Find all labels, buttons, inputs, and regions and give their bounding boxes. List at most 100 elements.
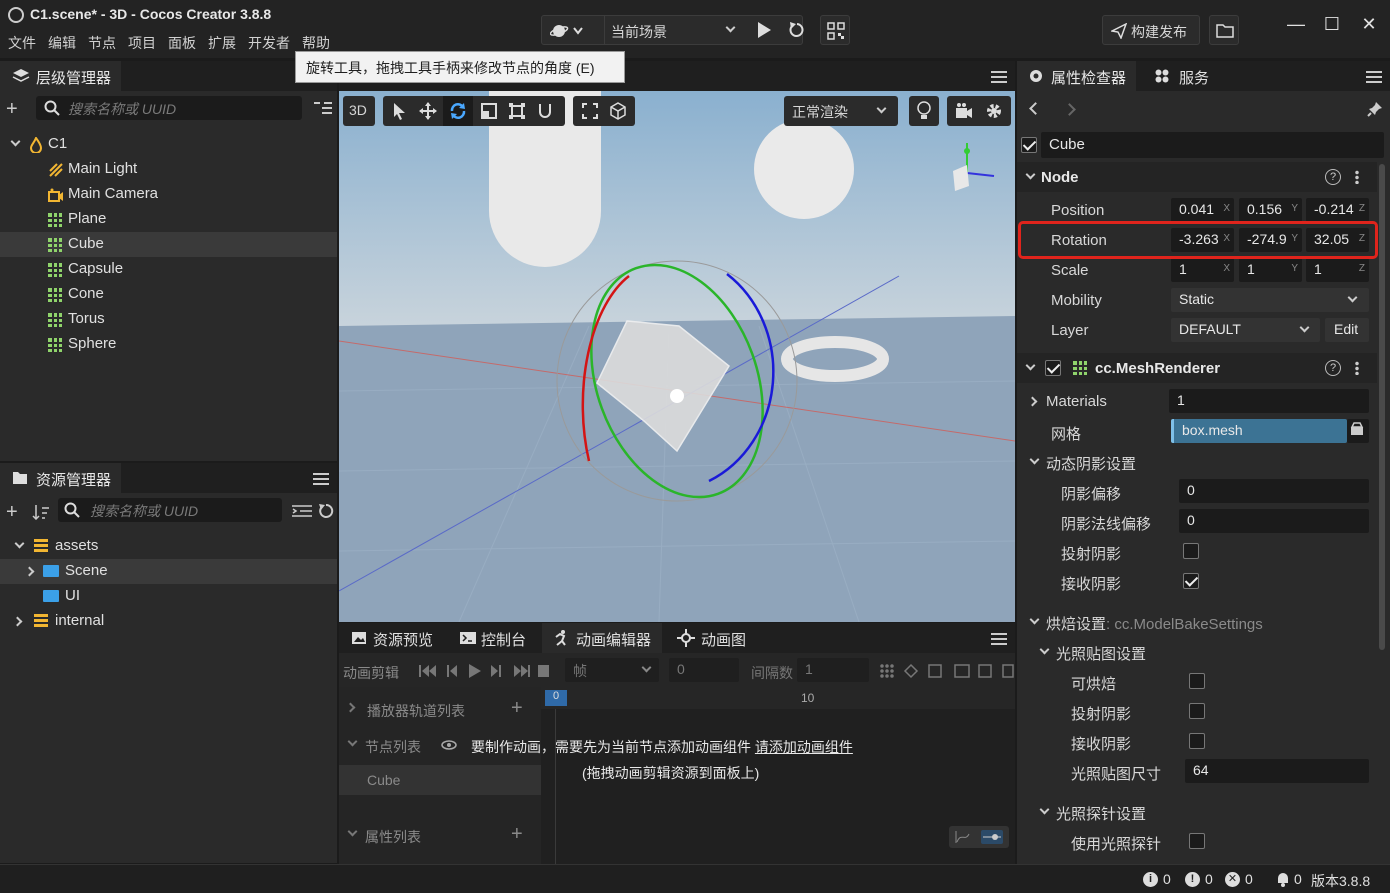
- menu-file[interactable]: 文件: [8, 33, 36, 53]
- receive-shadow-checkbox[interactable]: [1183, 573, 1199, 589]
- scene-menu-icon[interactable]: [991, 71, 1007, 83]
- tree-item-torus[interactable]: Torus: [0, 307, 337, 332]
- layer-select[interactable]: DEFAULT: [1171, 318, 1320, 342]
- close-button[interactable]: ✕: [1356, 14, 1382, 40]
- refresh-icon[interactable]: [318, 503, 334, 522]
- forward-arrow-icon[interactable]: [1063, 103, 1076, 116]
- open-folder-button[interactable]: [1209, 15, 1239, 45]
- scale-y-input[interactable]: 1Y: [1239, 258, 1302, 282]
- mesh-renderer-header[interactable]: cc.MeshRenderer ?: [1017, 353, 1377, 383]
- lightmap-size-input[interactable]: 64: [1185, 759, 1369, 783]
- warning-icon[interactable]: !: [1185, 872, 1200, 887]
- bake-receive-shadow-checkbox[interactable]: [1189, 733, 1205, 749]
- tab-animation-graph[interactable]: 动画图: [667, 623, 757, 653]
- position-y-input[interactable]: 0.156 Y: [1239, 198, 1302, 222]
- snap-magnet-icon[interactable]: [537, 103, 553, 119]
- menu-extension[interactable]: 扩展: [208, 33, 236, 53]
- tree-item-main-camera[interactable]: Main Camera: [0, 182, 337, 207]
- tab-console[interactable]: 控制台: [447, 623, 539, 653]
- tab-services[interactable]: 服务: [1145, 61, 1209, 91]
- tree-item-main-light[interactable]: Main Light: [0, 157, 337, 182]
- scale-tool-icon[interactable]: [481, 103, 497, 119]
- eye-icon[interactable]: [441, 740, 457, 750]
- bell-icon[interactable]: [1276, 871, 1290, 887]
- node-active-checkbox[interactable]: [1021, 137, 1037, 153]
- use-light-probe-checkbox[interactable]: [1189, 833, 1205, 849]
- collapse-list-icon[interactable]: [292, 504, 312, 521]
- position-z-input[interactable]: -0.214 Z: [1306, 198, 1369, 222]
- menu-panel[interactable]: 面板: [168, 33, 196, 53]
- node-name-input[interactable]: Cube: [1041, 132, 1384, 158]
- menu-project[interactable]: 项目: [128, 33, 156, 53]
- qrcode-button[interactable]: [820, 15, 850, 45]
- rect-tool-icon[interactable]: [509, 103, 525, 119]
- property-list-row[interactable]: 属性列表 +: [339, 821, 541, 849]
- bake-cast-shadow-checkbox[interactable]: [1189, 703, 1205, 719]
- materials-count-input[interactable]: 1: [1169, 389, 1369, 413]
- mesh-asset-picker[interactable]: [1347, 419, 1369, 443]
- add-track-icon[interactable]: +: [511, 697, 523, 720]
- node-item-cube[interactable]: Cube: [339, 765, 541, 795]
- assets-menu-icon[interactable]: [313, 473, 329, 485]
- maximize-button[interactable]: ☐: [1319, 14, 1345, 40]
- more-vertical-icon[interactable]: [1355, 170, 1359, 184]
- tab-hierarchy[interactable]: 层级管理器: [0, 61, 122, 91]
- interval-input[interactable]: 1: [797, 658, 869, 682]
- select-cursor-icon[interactable]: [391, 102, 407, 120]
- layer-edit-button[interactable]: Edit: [1325, 318, 1369, 342]
- info-icon[interactable]: i: [1143, 872, 1158, 887]
- platform-planet-icon[interactable]: [549, 22, 584, 43]
- mode-3d-button[interactable]: 3D: [343, 96, 375, 126]
- asset-item-ui[interactable]: UI: [0, 584, 337, 609]
- frame-unit-select[interactable]: 帧: [565, 658, 659, 682]
- timeline-ruler[interactable]: 0 10: [541, 687, 1015, 709]
- sort-icon[interactable]: [32, 504, 50, 523]
- shadow-bias-input[interactable]: 0: [1179, 479, 1369, 503]
- camera-icon[interactable]: [955, 103, 973, 119]
- tree-item-sphere[interactable]: Sphere: [0, 332, 337, 357]
- move-tool-icon[interactable]: [419, 102, 437, 120]
- node-section-header[interactable]: Node ?: [1017, 162, 1377, 192]
- menu-developer[interactable]: 开发者: [248, 33, 290, 53]
- position-x-input[interactable]: 0.041 X: [1171, 198, 1234, 222]
- inspector-menu-icon[interactable]: [1366, 71, 1382, 83]
- minimize-button[interactable]: —: [1283, 14, 1309, 40]
- local-cube-icon[interactable]: [610, 102, 626, 120]
- pivot-icon[interactable]: [582, 103, 598, 119]
- curve-toggle[interactable]: [949, 826, 1009, 848]
- add-asset-icon[interactable]: +: [6, 502, 18, 522]
- scale-x-input[interactable]: 1X: [1171, 258, 1234, 282]
- scale-z-input[interactable]: 1Z: [1306, 258, 1369, 282]
- gear-icon[interactable]: [985, 102, 1003, 120]
- back-arrow-icon[interactable]: [1029, 102, 1042, 115]
- tab-inspector[interactable]: 属性检查器: [1017, 61, 1137, 91]
- playback-controls[interactable]: [419, 663, 549, 679]
- bakeable-checkbox[interactable]: [1189, 673, 1205, 689]
- mobility-select[interactable]: Static: [1171, 288, 1369, 312]
- tab-assets[interactable]: 资源管理器: [0, 463, 122, 493]
- help-icon[interactable]: ?: [1325, 169, 1341, 185]
- tree-item-c1[interactable]: C1: [0, 132, 337, 157]
- animation-tools-icons[interactable]: [879, 663, 1015, 679]
- cast-shadow-checkbox[interactable]: [1183, 543, 1199, 559]
- inspector-scrollbar[interactable]: [1379, 164, 1385, 650]
- build-publish-button[interactable]: 构建发布: [1102, 15, 1200, 45]
- render-mode-select[interactable]: 正常渲染: [784, 96, 898, 126]
- tab-animation-editor[interactable]: 动画编辑器: [542, 623, 662, 653]
- more-vertical-icon[interactable]: [1355, 361, 1359, 375]
- mesh-renderer-enabled-checkbox[interactable]: [1045, 360, 1061, 376]
- shadow-normal-bias-input[interactable]: 0: [1179, 509, 1369, 533]
- refresh-icon[interactable]: [788, 21, 806, 42]
- lightbulb-button[interactable]: [909, 96, 939, 126]
- assets-search-input[interactable]: 搜索名称或 UUID: [58, 498, 282, 522]
- asset-item-internal[interactable]: internal: [0, 609, 337, 634]
- mesh-asset-field[interactable]: box.mesh: [1171, 419, 1347, 443]
- menu-help[interactable]: 帮助: [302, 33, 330, 53]
- tab-asset-preview[interactable]: 资源预览: [339, 623, 439, 653]
- pin-icon[interactable]: [1367, 101, 1383, 117]
- bottom-panel-menu-icon[interactable]: [991, 633, 1007, 645]
- menu-edit[interactable]: 编辑: [48, 33, 76, 53]
- help-icon[interactable]: ?: [1325, 360, 1341, 376]
- rotate-tool-button[interactable]: [443, 96, 473, 126]
- hierarchy-search-input[interactable]: 搜索名称或 UUID: [36, 96, 302, 120]
